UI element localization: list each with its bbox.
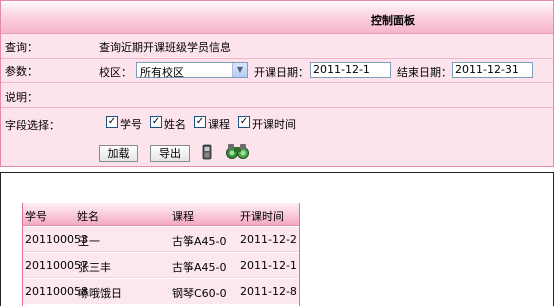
panel-title: 控制面板	[371, 14, 415, 27]
cell-course: 古筝A45-0	[172, 261, 227, 274]
cell-start-time: 2011-12-8	[240, 285, 297, 298]
phone-icon[interactable]	[202, 144, 212, 163]
field-label-name: 姓名	[164, 118, 186, 131]
table-row[interactable]: 201100058 哧哦饿日 钢琴C60-0 2011-12-8	[23, 279, 299, 304]
fields-row: 字段选择： ✓ 学号 ✓ 姓名 ✓ 课程 ✓ 开课时间	[1, 108, 553, 140]
load-button[interactable]: 加载	[99, 145, 138, 162]
results-grid: 学号 姓名 课程 开课时间 201100053 王一 古筝A45-0 2011-…	[22, 203, 300, 306]
table-row[interactable]: 201100057 张三丰 古筝A45-0 2011-12-1	[23, 253, 299, 278]
field-checkbox-course[interactable]: ✓	[194, 116, 206, 128]
field-checkbox-student-id[interactable]: ✓	[106, 116, 118, 128]
campus-select[interactable]: 所有校区 ▼	[136, 62, 248, 79]
cell-name: 张三丰	[78, 261, 111, 274]
cell-course: 古筝A45-0	[172, 235, 227, 248]
params-row: 参数： 校区： 所有校区 ▼ 开课日期： 2011-12-1 结束日期： 201…	[1, 59, 553, 83]
cell-start-time: 2011-12-1	[240, 259, 297, 272]
params-label: 参数：	[5, 65, 38, 78]
field-label-course: 课程	[208, 118, 230, 131]
start-date-input[interactable]: 2011-12-1	[310, 62, 391, 78]
campus-select-value: 所有校区	[140, 66, 184, 79]
campus-label: 校区：	[99, 66, 132, 79]
end-date-input[interactable]: 2011-12-31	[452, 62, 533, 78]
column-header-name[interactable]: 姓名	[77, 208, 99, 224]
cell-course: 钢琴C60-0	[172, 287, 227, 300]
control-panel: 控制面板 查询： 查询近期开课班级学员信息 参数： 校区： 所有校区 ▼ 开课日…	[0, 0, 554, 167]
fields-label: 字段选择：	[5, 119, 60, 132]
export-button[interactable]: 导出	[150, 145, 190, 162]
end-date-label: 结束日期：	[397, 66, 452, 79]
description-row: 说明：	[1, 83, 553, 108]
cell-name: 哧哦饿日	[78, 287, 122, 300]
start-date-label: 开课日期：	[254, 66, 309, 79]
field-checkbox-start-time[interactable]: ✓	[238, 116, 250, 128]
chevron-down-icon[interactable]: ▼	[232, 63, 247, 77]
query-label: 查询：	[5, 41, 38, 54]
cell-name: 王一	[78, 235, 100, 248]
field-label-student-id: 学号	[120, 118, 142, 131]
description-label: 说明：	[5, 91, 38, 104]
cell-start-time: 2011-12-2	[240, 233, 297, 246]
query-row: 查询： 查询近期开课班级学员信息	[1, 34, 553, 59]
column-header-student-id[interactable]: 学号	[25, 208, 47, 224]
field-checkbox-name[interactable]: ✓	[150, 116, 162, 128]
table-row[interactable]: 201100053 王一 古筝A45-0 2011-12-2	[23, 227, 299, 252]
query-text: 查询近期开课班级学员信息	[99, 41, 231, 54]
binoculars-icon[interactable]	[225, 142, 251, 163]
grid-header: 学号 姓名 课程 开课时间	[23, 203, 299, 226]
field-label-start-time: 开课时间	[252, 118, 296, 131]
panel-header: 控制面板	[1, 1, 553, 34]
column-header-course[interactable]: 课程	[172, 208, 194, 224]
column-header-start-time[interactable]: 开课时间	[240, 208, 284, 224]
